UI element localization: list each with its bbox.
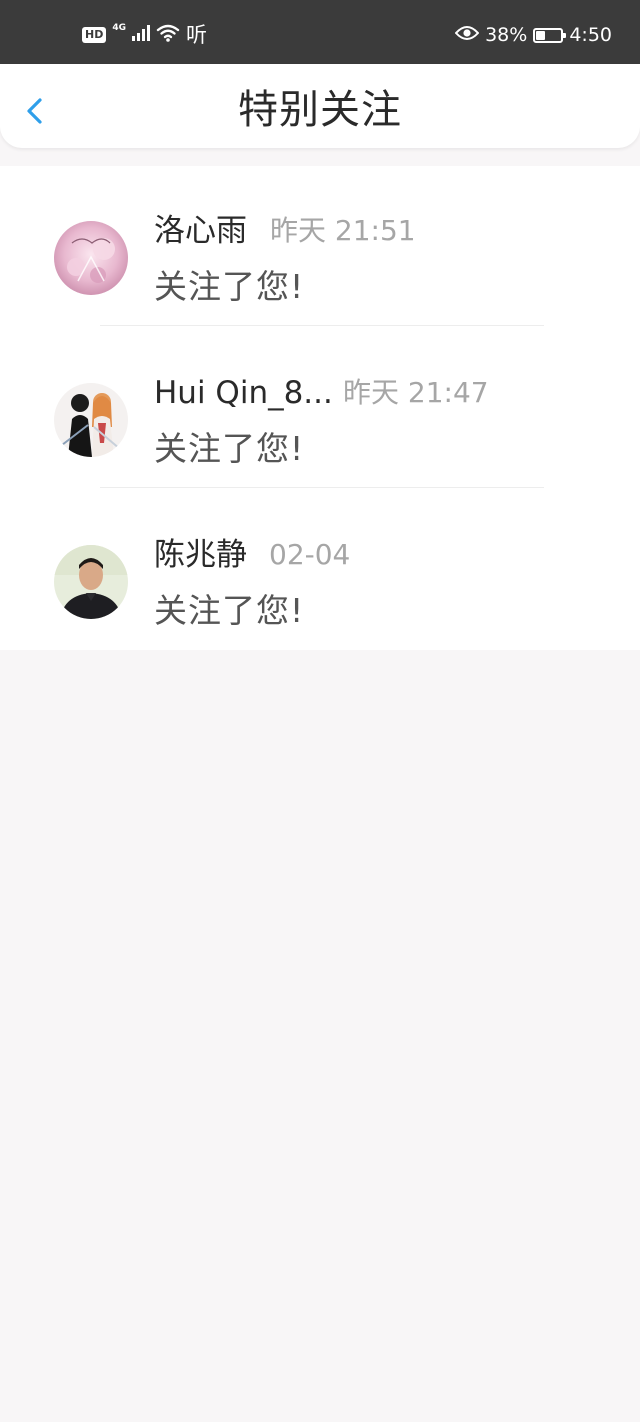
list-item[interactable]: Hui Qin_8... 昨天 21:47 关注了您!	[0, 328, 640, 490]
battery-fill	[536, 30, 546, 40]
hd-icon: HD	[82, 27, 107, 43]
network-type-label: 4G	[112, 23, 126, 33]
follow-time: 昨天 21:47	[343, 376, 489, 409]
ting-app-icon: 听	[186, 23, 207, 47]
row-divider	[100, 487, 544, 488]
follow-time: 02-04	[269, 538, 351, 571]
battery-icon	[533, 27, 567, 43]
follow-message: 关注了您!	[154, 591, 305, 630]
follow-message: 关注了您!	[154, 267, 305, 306]
wifi-icon	[156, 24, 180, 46]
avatar[interactable]	[54, 221, 128, 295]
user-name: 洛心雨	[154, 213, 247, 249]
follow-message: 关注了您!	[154, 429, 305, 468]
battery-percent: 38%	[485, 24, 528, 46]
signal-icon	[132, 25, 150, 45]
list-item[interactable]: 洛心雨 昨天 21:51 关注了您!	[0, 166, 640, 328]
clock: 4:50	[569, 24, 612, 46]
header-bar: 特别关注	[0, 64, 640, 148]
eye-icon	[454, 24, 480, 46]
follow-time: 昨天 21:51	[270, 214, 416, 247]
user-name: Hui Qin_8...	[154, 375, 333, 411]
follow-list: 洛心雨 昨天 21:51 关注了您! Hui Qin_8... 昨天 21:47…	[0, 166, 640, 650]
avatar[interactable]	[54, 383, 128, 457]
page-title: 特别关注	[238, 87, 402, 133]
status-right-group: 38% 4:50	[454, 22, 612, 48]
user-name: 陈兆静	[154, 537, 247, 573]
row-divider	[100, 325, 544, 326]
status-bar: HD 4G 听 38% 4:50	[0, 0, 640, 64]
status-left-group: HD 4G 听	[82, 22, 207, 48]
list-item[interactable]: 陈兆静 02-04 关注了您!	[0, 490, 640, 652]
avatar[interactable]	[54, 545, 128, 619]
